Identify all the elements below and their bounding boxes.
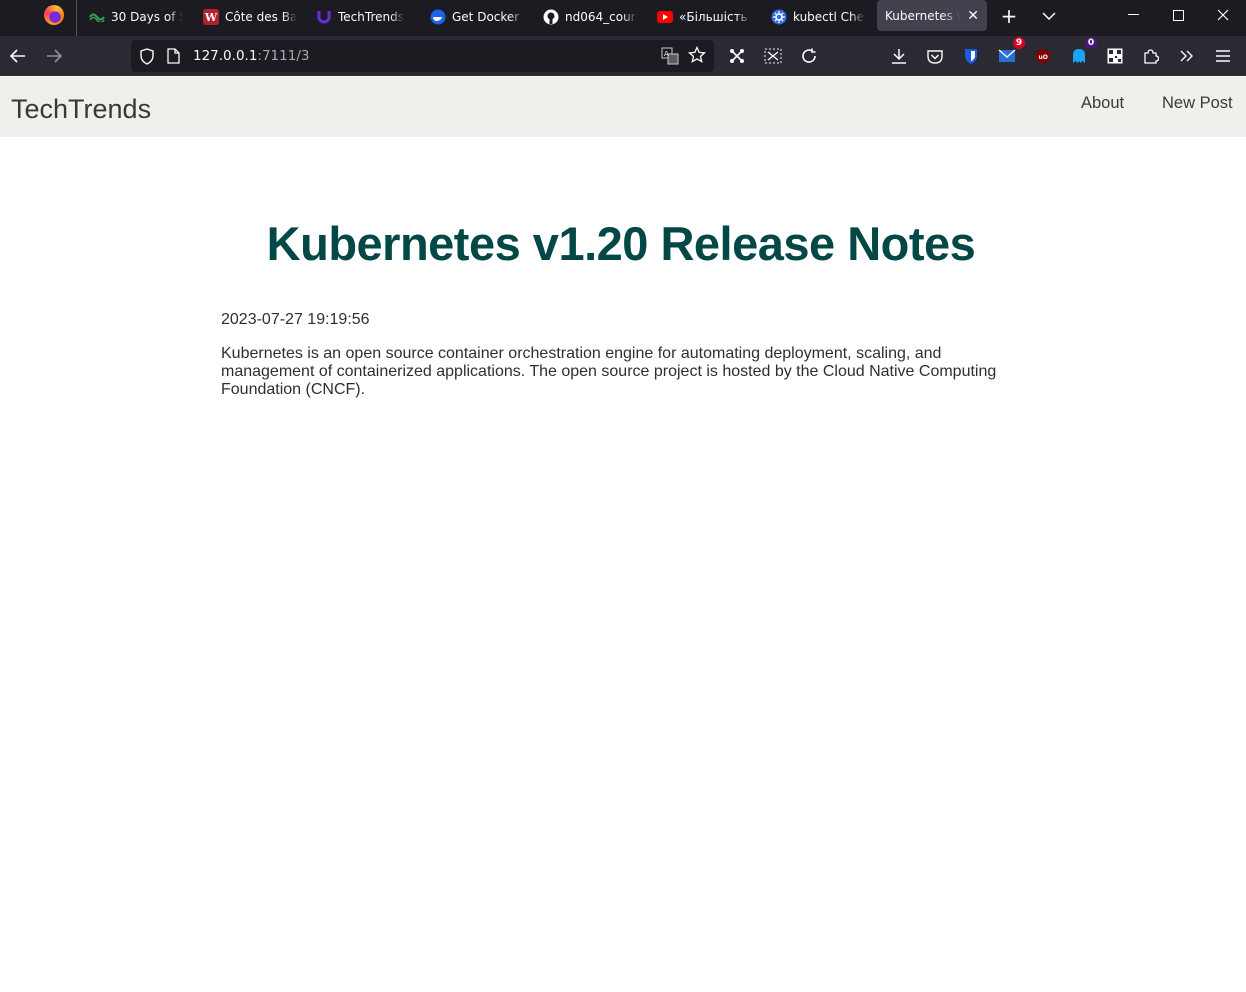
url-text[interactable]: 127.0.0.1:7111/3 — [193, 48, 309, 64]
tab-30-days-of-sql[interactable]: 30 Days of SQ — [89, 3, 183, 31]
extensions-puzzle-icon[interactable] — [1139, 44, 1163, 68]
browser-nav-bar: 127.0.0.1:7111/3 A 9 uO 0 — [0, 36, 1246, 76]
tab-techtrends[interactable]: TechTrends — [316, 3, 416, 31]
screenshot-icon[interactable] — [761, 44, 785, 68]
browser-tab-bar: 30 Days of SQ W Côte des Bar C TechTrend… — [0, 0, 1246, 36]
post-date: 2023-07-27 19:19:56 — [221, 311, 370, 328]
mail-badge: 9 — [1013, 37, 1025, 49]
pocket-icon[interactable] — [923, 44, 947, 68]
chevron-down-icon[interactable] — [1037, 4, 1061, 28]
firefox-icon[interactable] — [44, 5, 64, 25]
reload-icon[interactable] — [797, 44, 821, 68]
tab-label: «Більшість із — [679, 10, 751, 24]
tab-get-docker[interactable]: Get Docker | D — [430, 3, 524, 31]
tab-nd064-course[interactable]: nd064_course — [543, 3, 637, 31]
qr-code-icon[interactable] — [1103, 44, 1127, 68]
youtube-icon — [657, 9, 673, 25]
notification-badge: 0 — [1085, 37, 1097, 49]
maximize-icon[interactable] — [1155, 0, 1201, 30]
u-icon — [316, 9, 332, 25]
tab-label: TechTrends — [338, 10, 404, 24]
minimize-icon[interactable] — [1110, 0, 1156, 30]
tab-label: Côte des Bar C — [225, 10, 297, 24]
forward-arrow-icon[interactable] — [42, 44, 66, 68]
downloads-icon[interactable] — [887, 44, 911, 68]
shield-icon[interactable] — [139, 48, 155, 69]
new-tab-plus-icon[interactable]: + — [997, 4, 1021, 28]
url-path: :7111/3 — [257, 48, 310, 64]
tab-label: Get Docker | D — [452, 10, 524, 24]
tab-kubernetes-release-notes[interactable]: Kubernetes v1. ✕ — [877, 0, 987, 31]
hamburger-menu-icon[interactable] — [1211, 44, 1235, 68]
translate-icon[interactable]: A — [661, 47, 679, 69]
window-close-icon[interactable] — [1200, 0, 1246, 30]
bookmark-star-icon[interactable] — [687, 45, 707, 68]
docker-icon — [430, 9, 446, 25]
mail-icon[interactable]: 9 — [995, 37, 1025, 68]
post-content: Kubernetes is an open source container o… — [221, 345, 997, 398]
w-icon: W — [203, 9, 219, 25]
nav-new-post-link[interactable]: New Post — [1162, 94, 1233, 113]
page-icon[interactable] — [167, 48, 180, 68]
tab-kubectl-cheat[interactable]: kubectl Cheat — [771, 3, 865, 31]
svg-text:uO: uO — [1039, 54, 1048, 61]
site-header: TechTrends About New Post — [0, 77, 1246, 137]
tab-label: nd064_course — [565, 10, 637, 24]
drone-icon[interactable] — [725, 44, 749, 68]
ghost-extension-icon[interactable]: 0 — [1067, 37, 1097, 68]
close-icon[interactable]: ✕ — [967, 8, 979, 24]
url-host: 127.0.0.1 — [193, 48, 258, 64]
kubernetes-icon — [771, 9, 787, 25]
ublock-icon[interactable]: uO — [1031, 44, 1055, 68]
tab-cote-des-bar[interactable]: W Côte des Bar C — [203, 3, 297, 31]
nav-about-link[interactable]: About — [1081, 94, 1124, 113]
tab-youtube[interactable]: «Більшість із — [657, 3, 751, 31]
post-title: Kubernetes v1.20 Release Notes — [266, 217, 976, 270]
leaf-icon — [89, 9, 105, 25]
tab-label: Kubernetes v1. — [885, 8, 962, 23]
svg-text:A: A — [664, 50, 669, 58]
github-icon — [543, 9, 559, 25]
overflow-chevrons-icon[interactable] — [1175, 44, 1199, 68]
tab-separator — [76, 0, 77, 36]
address-bar[interactable]: 127.0.0.1:7111/3 A — [131, 40, 714, 72]
bitwarden-icon[interactable] — [959, 44, 983, 68]
back-arrow-icon[interactable] — [6, 44, 30, 68]
tab-label: kubectl Cheat — [793, 10, 865, 24]
brand-link[interactable]: TechTrends — [11, 94, 151, 125]
tab-label: 30 Days of SQ — [111, 10, 183, 24]
